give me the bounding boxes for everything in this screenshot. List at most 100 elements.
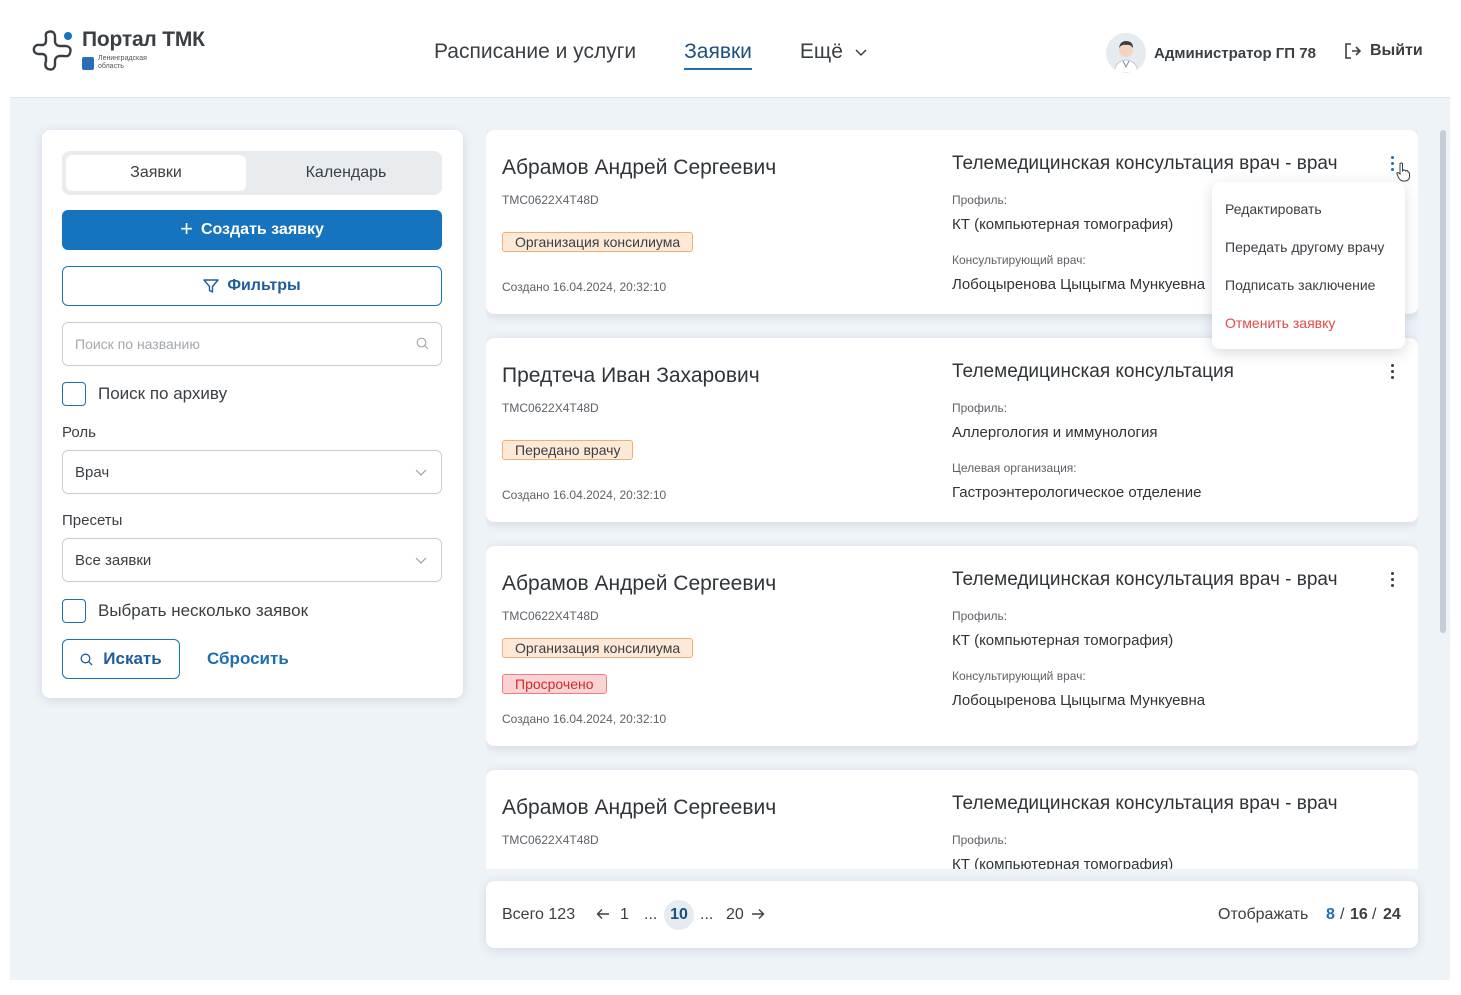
- filter-icon: [203, 279, 220, 293]
- pagination-bar: Всего 123 1 ... 10 ... 20 Отображать 8 /…: [486, 881, 1418, 948]
- avatar: [1106, 33, 1146, 73]
- request-card[interactable]: Предтеча Иван Захарович TMC0622X4T48D Пе…: [486, 338, 1418, 522]
- presets-select[interactable]: Все заявки: [62, 538, 442, 582]
- profile-value: КТ (компьютерная томография): [952, 856, 1174, 869]
- nav-more-label: Ещё: [799, 40, 843, 63]
- organization-value: Гастроэнтерологическое отделение: [952, 484, 1202, 501]
- consultation-type: Телемедицинская консультация врач - врач: [952, 793, 1338, 814]
- more-options-icon[interactable]: [1380, 567, 1404, 591]
- region-emblem-icon: [82, 56, 94, 70]
- logo-title: Портал ТМК: [82, 28, 205, 51]
- page-size-option[interactable]: 16: [1350, 906, 1368, 924]
- logout-button[interactable]: Выйти: [1344, 42, 1423, 60]
- multi-select-toggle[interactable]: Выбрать несколько заявок: [62, 599, 308, 623]
- nav-requests[interactable]: Заявки: [684, 40, 752, 70]
- menu-sign[interactable]: Подписать заключение: [1225, 277, 1375, 293]
- request-card[interactable]: Абрамов Андрей Сергеевич TMC0622X4T48D Т…: [486, 770, 1418, 869]
- logo-subtitle: Ленинградская область: [98, 55, 147, 70]
- reset-button[interactable]: Сбросить: [207, 649, 289, 669]
- current-page[interactable]: 10: [664, 900, 694, 930]
- arrow-right-icon[interactable]: [751, 908, 765, 920]
- archive-checkbox[interactable]: [62, 382, 86, 406]
- tab-calendar[interactable]: Календарь: [256, 155, 436, 191]
- app-window: Портал ТМК Ленинградская область Расписа…: [10, 0, 1450, 980]
- role-value: Врач: [75, 463, 110, 481]
- nav-schedule[interactable]: Расписание и услуги: [434, 40, 636, 70]
- chevron-down-icon: [415, 469, 427, 476]
- menu-edit[interactable]: Редактировать: [1225, 201, 1322, 217]
- page-ellipsis: ...: [700, 906, 714, 923]
- filters-label: Фильтры: [227, 277, 301, 294]
- created-date: Создано 16.04.2024, 20:32:10: [502, 488, 667, 502]
- menu-cancel[interactable]: Отменить заявку: [1225, 315, 1335, 331]
- search-icon: [416, 337, 429, 350]
- filters-button[interactable]: Фильтры: [62, 266, 442, 306]
- patient-name: Предтеча Иван Захарович: [502, 364, 760, 387]
- presets-value: Все заявки: [75, 551, 152, 569]
- filter-panel: Заявки Календарь + Создать заявку Фильтр…: [42, 130, 463, 698]
- archive-search-toggle[interactable]: Поиск по архиву: [62, 382, 227, 406]
- nav-more[interactable]: Ещё: [800, 40, 867, 70]
- role-select[interactable]: Врач: [62, 450, 442, 494]
- created-date: Создано 16.04.2024, 20:32:10: [502, 712, 667, 726]
- doctor-value: Лобоцыренова Цыцыгма Мункуевна: [952, 276, 1206, 293]
- organization-label: Целевая организация:: [952, 461, 1077, 475]
- page-size-separator: /: [1372, 906, 1377, 923]
- doctor-label: Консультирующий врач:: [952, 669, 1086, 683]
- page-size-label: Отображать: [1218, 906, 1309, 923]
- page-link[interactable]: 1: [620, 906, 629, 924]
- page-ellipsis: ...: [644, 906, 658, 923]
- create-request-label: Создать заявку: [200, 221, 324, 238]
- total-count: Всего 123: [502, 906, 576, 923]
- search-input[interactable]: [63, 323, 393, 365]
- consultation-type: Телемедицинская консультация врач - врач: [952, 569, 1338, 590]
- plus-icon: +: [180, 216, 193, 241]
- request-card[interactable]: Абрамов Андрей Сергеевич TMC0622X4T48D О…: [486, 546, 1418, 746]
- tab-requests[interactable]: Заявки: [66, 155, 246, 191]
- user-name: Администратор ГП 78: [1154, 44, 1316, 62]
- page-size-option[interactable]: 8: [1326, 906, 1335, 924]
- doctor-avatar-icon: [1106, 33, 1146, 73]
- request-id: TMC0622X4T48D: [502, 833, 599, 847]
- chevron-down-icon: [855, 49, 867, 57]
- create-request-button[interactable]: + Создать заявку: [62, 210, 442, 250]
- page-size-separator: /: [1340, 906, 1345, 923]
- archive-label: Поиск по архиву: [98, 384, 228, 403]
- status-badge: Передано врачу: [502, 440, 634, 460]
- search-box: [62, 322, 442, 366]
- portal-logo[interactable]: Портал ТМК Ленинградская область: [32, 28, 205, 72]
- search-button-label: Искать: [103, 649, 162, 668]
- patient-name: Абрамов Андрей Сергеевич: [502, 572, 777, 595]
- menu-transfer[interactable]: Передать другому врачу: [1225, 239, 1384, 255]
- profile-value: КТ (компьютерная томография): [952, 632, 1174, 649]
- multi-select-checkbox[interactable]: [62, 599, 86, 623]
- logo-cross-icon: [32, 30, 72, 71]
- profile-label: Профиль:: [952, 609, 1008, 623]
- hand-cursor-icon: [1396, 162, 1410, 182]
- more-options-icon[interactable]: [1380, 359, 1404, 383]
- page-link[interactable]: 20: [726, 906, 744, 924]
- main-nav: Расписание и услуги Заявки Ещё: [434, 40, 915, 70]
- status-badge: Организация консилиума: [502, 638, 694, 658]
- consultation-type: Телемедицинская консультация врач - врач: [952, 153, 1338, 174]
- profile-label: Профиль:: [952, 401, 1008, 415]
- chevron-down-icon: [415, 557, 427, 564]
- created-date: Создано 16.04.2024, 20:32:10: [502, 280, 667, 294]
- presets-label: Пресеты: [62, 512, 123, 529]
- search-button[interactable]: Искать: [62, 639, 180, 679]
- top-header: Портал ТМК Ленинградская область Расписа…: [10, 0, 1450, 98]
- arrow-left-icon[interactable]: [596, 908, 610, 920]
- view-switcher: Заявки Календарь: [62, 151, 442, 195]
- search-icon: [80, 653, 93, 665]
- patient-name: Абрамов Андрей Сергеевич: [502, 796, 777, 819]
- doctor-value: Лобоцыренова Цыцыгма Мункуевна: [952, 692, 1206, 709]
- user-profile[interactable]: Администратор ГП 78: [1106, 33, 1316, 73]
- multi-select-label: Выбрать несколько заявок: [98, 601, 309, 620]
- patient-name: Абрамов Андрей Сергеевич: [502, 156, 777, 179]
- page-size-option[interactable]: 24: [1383, 906, 1401, 924]
- overdue-badge: Просрочено: [502, 674, 607, 694]
- scrollbar[interactable]: [1440, 130, 1446, 633]
- profile-label: Профиль:: [952, 833, 1008, 847]
- profile-label: Профиль:: [952, 193, 1008, 207]
- request-id: TMC0622X4T48D: [502, 401, 599, 415]
